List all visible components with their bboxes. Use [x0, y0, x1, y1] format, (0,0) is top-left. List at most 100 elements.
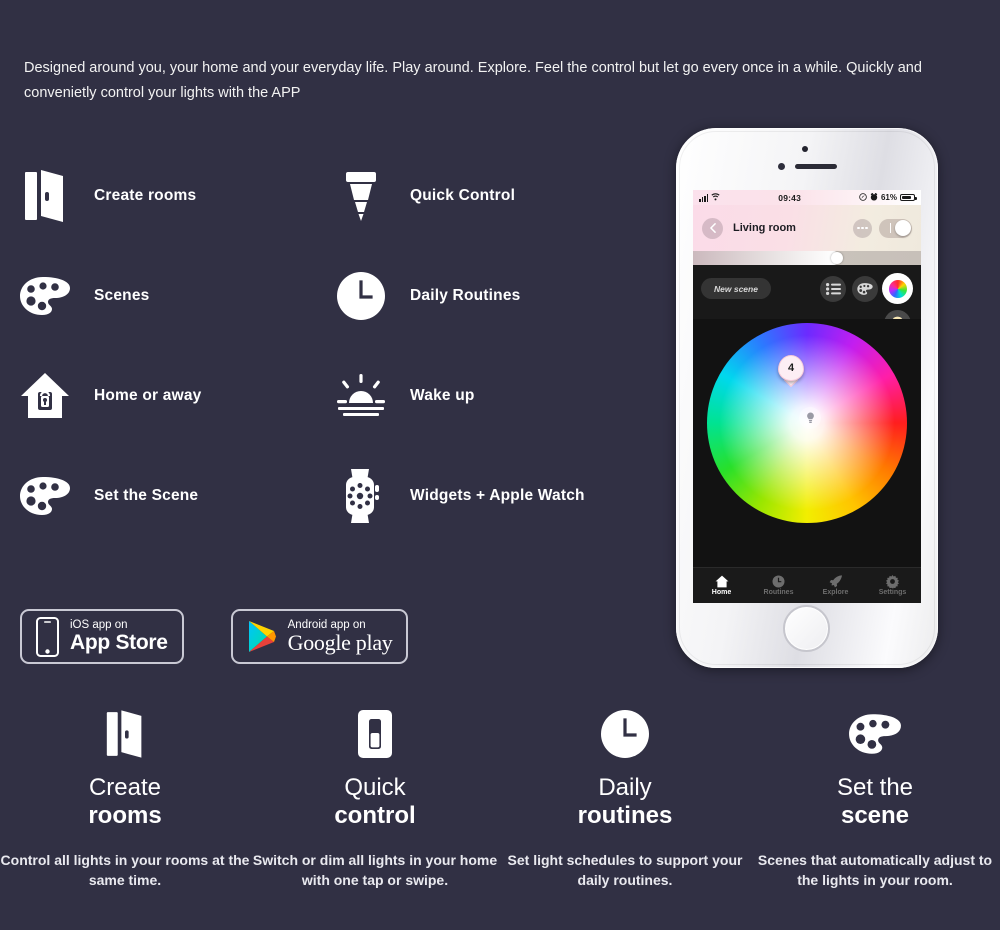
card-set-the-scene: Set the scene Scenes that automatically …: [750, 706, 1000, 890]
card-title-line1: Set the: [836, 774, 914, 801]
location-arrow-icon: [859, 192, 867, 203]
card-create-rooms: Create rooms Control all lights in your …: [0, 706, 250, 890]
chevron-left-icon[interactable]: [702, 217, 723, 239]
feature-label: Home or away: [94, 387, 202, 404]
signal-bars-icon: [699, 194, 709, 202]
card-title-line2: rooms: [88, 802, 162, 830]
badge-title: Google play: [287, 629, 393, 655]
more-dots-icon[interactable]: [853, 218, 872, 238]
clock-icon: [600, 706, 650, 762]
tab-explore[interactable]: Explore: [807, 575, 864, 596]
bulb-icon[interactable]: [799, 407, 821, 429]
card-description: Set light schedules to support your dail…: [507, 851, 743, 888]
apple-watch-icon: [330, 465, 392, 527]
iphone-icon: [36, 616, 59, 657]
light-bulb-icon: [330, 165, 392, 227]
promo-page: Designed around you, your home and your …: [0, 0, 1000, 930]
proximity-sensor-icon: [802, 146, 808, 152]
card-title-line2: routines: [577, 802, 673, 830]
status-bar: 09:43 61%: [693, 190, 921, 205]
card-description: Scenes that automatically adjust to the …: [757, 851, 993, 888]
play-store-icon: [247, 620, 277, 653]
card-title-line1: Daily: [598, 774, 652, 801]
room-header: Living room: [693, 205, 921, 251]
tab-label: Settings: [878, 589, 907, 596]
tab-routines[interactable]: Routines: [750, 575, 807, 596]
home-lock-icon: [14, 365, 76, 427]
earpiece-speaker: [795, 164, 837, 169]
feature-item-scenes: Scenes: [14, 246, 330, 346]
google-play-badge[interactable]: Android app on Google play: [230, 609, 409, 664]
slider-knob[interactable]: [831, 252, 843, 264]
card-title-line2: scene: [840, 802, 910, 830]
card-daily-routines: Daily routines Set light schedules to su…: [500, 706, 750, 890]
sunrise-icon: [330, 365, 392, 427]
color-wheel-area: 4 Home Routines Explore Settings: [693, 319, 921, 603]
card-title-line1: Quick: [344, 774, 406, 801]
alarm-icon: [870, 192, 878, 203]
feature-label: Create rooms: [94, 187, 197, 204]
color-wheel-icon[interactable]: [882, 273, 913, 304]
feature-cards: Create rooms Control all lights in your …: [0, 706, 1000, 890]
paint-palette-icon: [848, 706, 902, 762]
feature-item-daily-routines: Daily Routines: [330, 246, 646, 346]
tab-label: Explore: [822, 589, 849, 596]
feature-label: Wake up: [410, 387, 475, 404]
brightness-slider[interactable]: [693, 251, 921, 265]
open-door-icon: [14, 165, 76, 227]
store-badges: iOS app on App Store Android app on Goog…: [20, 609, 409, 664]
feature-row: Scenes Daily Routines: [14, 246, 664, 346]
palette-icon[interactable]: [852, 276, 878, 302]
feature-item-quick-control: Quick Control: [330, 146, 646, 246]
feature-item-widgets-apple-watch: Widgets + Apple Watch: [330, 446, 646, 546]
wifi-icon: [711, 192, 720, 203]
feature-label: Set the Scene: [94, 487, 199, 504]
open-door-icon: [105, 706, 145, 762]
feature-row: Home or away Wake up: [14, 346, 664, 446]
scene-toolbar: New scene: [693, 265, 921, 337]
tab-label: Routines: [763, 589, 794, 596]
battery-icon: [900, 194, 917, 201]
tab-settings[interactable]: Settings: [864, 575, 921, 596]
status-time: 09:43: [778, 192, 802, 203]
card-description: Switch or dim all lights in your home wi…: [252, 851, 498, 888]
card-description: Control all lights in your rooms at the …: [0, 851, 250, 888]
card-quick-control: Quick control Switch or dim all lights i…: [250, 706, 500, 890]
room-power-toggle[interactable]: [879, 218, 912, 238]
paint-palette-icon: [14, 265, 76, 327]
badge-title: App Store: [70, 630, 168, 654]
feature-label: Widgets + Apple Watch: [410, 487, 585, 504]
tab-label: Home: [711, 589, 732, 596]
clock-icon: [330, 265, 392, 327]
badge-subtitle: iOS app on: [70, 619, 128, 632]
feature-item-set-the-scene: Set the Scene: [14, 446, 330, 546]
intro-paragraph: Designed around you, your home and your …: [24, 60, 922, 102]
feature-row: Set the Scene Widgets + Apple Watch: [14, 446, 664, 546]
battery-percent: 61%: [880, 193, 897, 202]
card-title-line2: control: [334, 802, 416, 830]
card-title-line1: Create: [88, 774, 162, 801]
feature-row: Create rooms Quick Control: [14, 146, 664, 246]
bottom-tab-bar: Home Routines Explore Settings: [693, 567, 921, 603]
feature-item-wake-up: Wake up: [330, 346, 646, 446]
tab-home[interactable]: Home: [693, 575, 750, 596]
feature-label: Scenes: [94, 287, 150, 304]
list-icon[interactable]: [820, 276, 846, 302]
light-pin-marker[interactable]: 4: [778, 355, 804, 388]
feature-label: Daily Routines: [410, 287, 521, 304]
app-store-badge[interactable]: iOS app on App Store: [20, 609, 184, 664]
room-title: Living room: [733, 222, 796, 234]
feature-item-create-rooms: Create rooms: [14, 146, 330, 246]
new-scene-button[interactable]: New scene: [701, 278, 771, 299]
home-button[interactable]: [783, 605, 830, 652]
feature-label: Quick Control: [410, 187, 516, 204]
feature-grid: Create rooms Quick Control Scenes Daily …: [14, 146, 664, 546]
pin-label: 4: [778, 355, 804, 381]
color-wheel[interactable]: 4: [707, 323, 907, 523]
front-camera-icon: [778, 163, 785, 170]
light-switch-icon: [357, 706, 393, 762]
phone-mockup: 09:43 61% Living room New scene 4 Home R…: [676, 128, 938, 668]
paint-palette-icon: [14, 465, 76, 527]
feature-item-home-or-away: Home or away: [14, 346, 330, 446]
phone-screen: 09:43 61% Living room New scene 4 Home R…: [693, 190, 921, 603]
